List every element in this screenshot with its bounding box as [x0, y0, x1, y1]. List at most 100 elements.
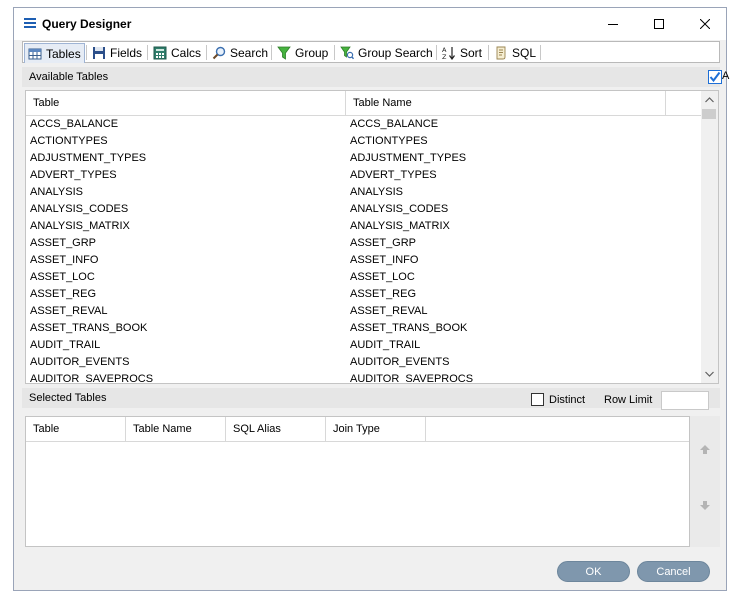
cell-table: ACTIONTYPES — [30, 135, 108, 147]
maximize-icon — [654, 19, 664, 29]
table-row[interactable]: ACTIONTYPES ACTIONTYPES — [26, 133, 702, 150]
cell-table: AUDIT_TRAIL — [30, 339, 101, 351]
ok-button[interactable]: OK — [557, 561, 630, 582]
column-header-table-name[interactable]: Table Name — [126, 417, 226, 441]
selected-tables-grid: Table Table Name SQL Alias Join Type — [25, 416, 690, 547]
column-header-table[interactable]: Table — [26, 91, 346, 115]
cell-table: ANALYSIS — [30, 186, 83, 198]
cell-table-name: ASSET_REG — [350, 288, 417, 300]
cell-table: AUDITOR_EVENTS — [30, 356, 130, 368]
cell-table: ADJUSTMENT_TYPES — [30, 152, 147, 164]
selected-grid-header: Table Table Name SQL Alias Join Type — [26, 417, 689, 442]
table-row[interactable]: ADVERT_TYPES ADVERT_TYPES — [26, 167, 702, 184]
cell-table: AUDITOR_SAVEPROCS — [30, 373, 154, 384]
table-row[interactable]: ASSET_REG ASSET_REG — [26, 286, 702, 303]
tab-separator — [334, 45, 335, 60]
tab-sort-label: Sort — [460, 45, 483, 60]
table-row[interactable]: ACCS_BALANCE ACCS_BALANCE — [26, 116, 702, 133]
tab-tables[interactable]: Tables — [24, 43, 85, 63]
script-icon — [496, 46, 506, 59]
cancel-button[interactable]: Cancel — [637, 561, 710, 582]
available-tables-label: Available Tables — [29, 71, 109, 83]
tab-separator — [147, 45, 148, 60]
tab-tables-label: Tables — [46, 46, 81, 61]
cell-table-name: ASSET_INFO — [350, 254, 419, 266]
tab-group[interactable]: Group — [274, 43, 331, 62]
table-row[interactable]: ANALYSIS_MATRIX ANALYSIS_MATRIX — [26, 218, 702, 235]
cell-table-name: AUDITOR_EVENTS — [350, 356, 450, 368]
cell-table-name: ADJUSTMENT_TYPES — [350, 152, 467, 164]
tab-separator — [86, 45, 87, 60]
cell-table-name: ASSET_REVAL — [350, 305, 428, 317]
cell-table: ASSET_TRANS_BOOK — [30, 322, 148, 334]
move-down-button[interactable] — [699, 499, 711, 511]
row-limit-input[interactable] — [661, 391, 709, 410]
table-row[interactable]: AUDIT_TRAIL AUDIT_TRAIL — [26, 337, 702, 354]
menu-icon — [24, 18, 36, 28]
minimize-button[interactable] — [590, 8, 636, 40]
available-tables-header: Available Tables — [22, 67, 720, 87]
tab-fields-label: Fields — [110, 45, 143, 60]
calculator-icon — [153, 46, 167, 59]
select-all-label: A — [722, 70, 730, 82]
table-row[interactable]: AUDITOR_EVENTS AUDITOR_EVENTS — [26, 354, 702, 371]
tab-group-label: Group — [295, 45, 329, 60]
tab-group-search-label: Group Search — [358, 45, 433, 60]
tab-search[interactable]: Search — [209, 43, 271, 62]
close-button[interactable] — [682, 8, 728, 40]
query-designer-window: Query Designer Tables Fields Calcs Searc… — [13, 7, 730, 591]
tab-sort[interactable]: A Z Sort — [439, 43, 485, 62]
table-row[interactable]: ANALYSIS_CODES ANALYSIS_CODES — [26, 201, 702, 218]
column-header-table[interactable]: Table — [26, 417, 126, 441]
tab-sql[interactable]: SQL — [491, 43, 539, 62]
tab-calcs-label: Calcs — [171, 45, 202, 60]
table-row[interactable]: ADJUSTMENT_TYPES ADJUSTMENT_TYPES — [26, 150, 702, 167]
table-row[interactable]: ASSET_GRP ASSET_GRP — [26, 235, 702, 252]
tab-calcs[interactable]: Calcs — [150, 43, 204, 62]
cell-table: ADVERT_TYPES — [30, 169, 117, 181]
maximize-button[interactable] — [636, 8, 682, 40]
tab-separator — [488, 45, 489, 60]
cell-table: ASSET_INFO — [30, 254, 99, 266]
scroll-down-icon[interactable] — [705, 371, 714, 377]
cell-table-name: ADVERT_TYPES — [350, 169, 437, 181]
tab-fields[interactable]: Fields — [89, 43, 145, 62]
column-header-join-type[interactable]: Join Type — [326, 417, 426, 441]
grid-header: Table Table Name — [26, 91, 702, 116]
reorder-panel — [690, 416, 720, 547]
arrow-up-icon — [700, 444, 710, 454]
distinct-label: Distinct — [549, 394, 586, 406]
table-row[interactable]: ANALYSIS ANALYSIS — [26, 184, 702, 201]
move-up-button[interactable] — [699, 443, 711, 455]
cell-table-name: ASSET_TRANS_BOOK — [350, 322, 468, 334]
table-row[interactable]: ASSET_LOC ASSET_LOC — [26, 269, 702, 286]
cell-table: ASSET_REG — [30, 288, 97, 300]
cell-table: ASSET_GRP — [30, 237, 97, 249]
tab-separator — [271, 45, 272, 60]
table-row[interactable]: AUDITOR_SAVEPROCS AUDITOR_SAVEPROCS — [26, 371, 702, 384]
tab-group-search[interactable]: Group Search — [337, 43, 436, 62]
table-row[interactable]: ASSET_REVAL ASSET_REVAL — [26, 303, 702, 320]
scrollbar-thumb[interactable] — [702, 109, 716, 119]
cell-table: ASSET_REVAL — [30, 305, 108, 317]
arrow-down-icon — [700, 500, 710, 510]
column-header-sql-alias[interactable]: SQL Alias — [226, 417, 326, 441]
scroll-up-icon[interactable] — [705, 97, 714, 103]
cell-table-name: ACTIONTYPES — [350, 135, 428, 147]
cell-table-name: ACCS_BALANCE — [350, 118, 439, 130]
vertical-scrollbar[interactable] — [701, 91, 718, 383]
minimize-icon — [608, 24, 618, 25]
title-bar: Query Designer — [14, 8, 726, 40]
cell-table-name: ANALYSIS_CODES — [350, 203, 449, 215]
cell-table-name: AUDITOR_SAVEPROCS — [350, 373, 474, 384]
tab-search-label: Search — [230, 45, 269, 60]
table-row[interactable]: ASSET_TRANS_BOOK ASSET_TRANS_BOOK — [26, 320, 702, 337]
column-header-table-name[interactable]: Table Name — [346, 91, 666, 115]
tab-sql-label: SQL — [512, 45, 537, 60]
cell-table: ACCS_BALANCE — [30, 118, 119, 130]
cell-table-name: AUDIT_TRAIL — [350, 339, 421, 351]
table-row[interactable]: ASSET_INFO ASSET_INFO — [26, 252, 702, 269]
distinct-checkbox[interactable] — [531, 393, 544, 406]
sort-az-icon: A Z — [442, 46, 455, 60]
row-limit-label: Row Limit — [604, 394, 653, 406]
